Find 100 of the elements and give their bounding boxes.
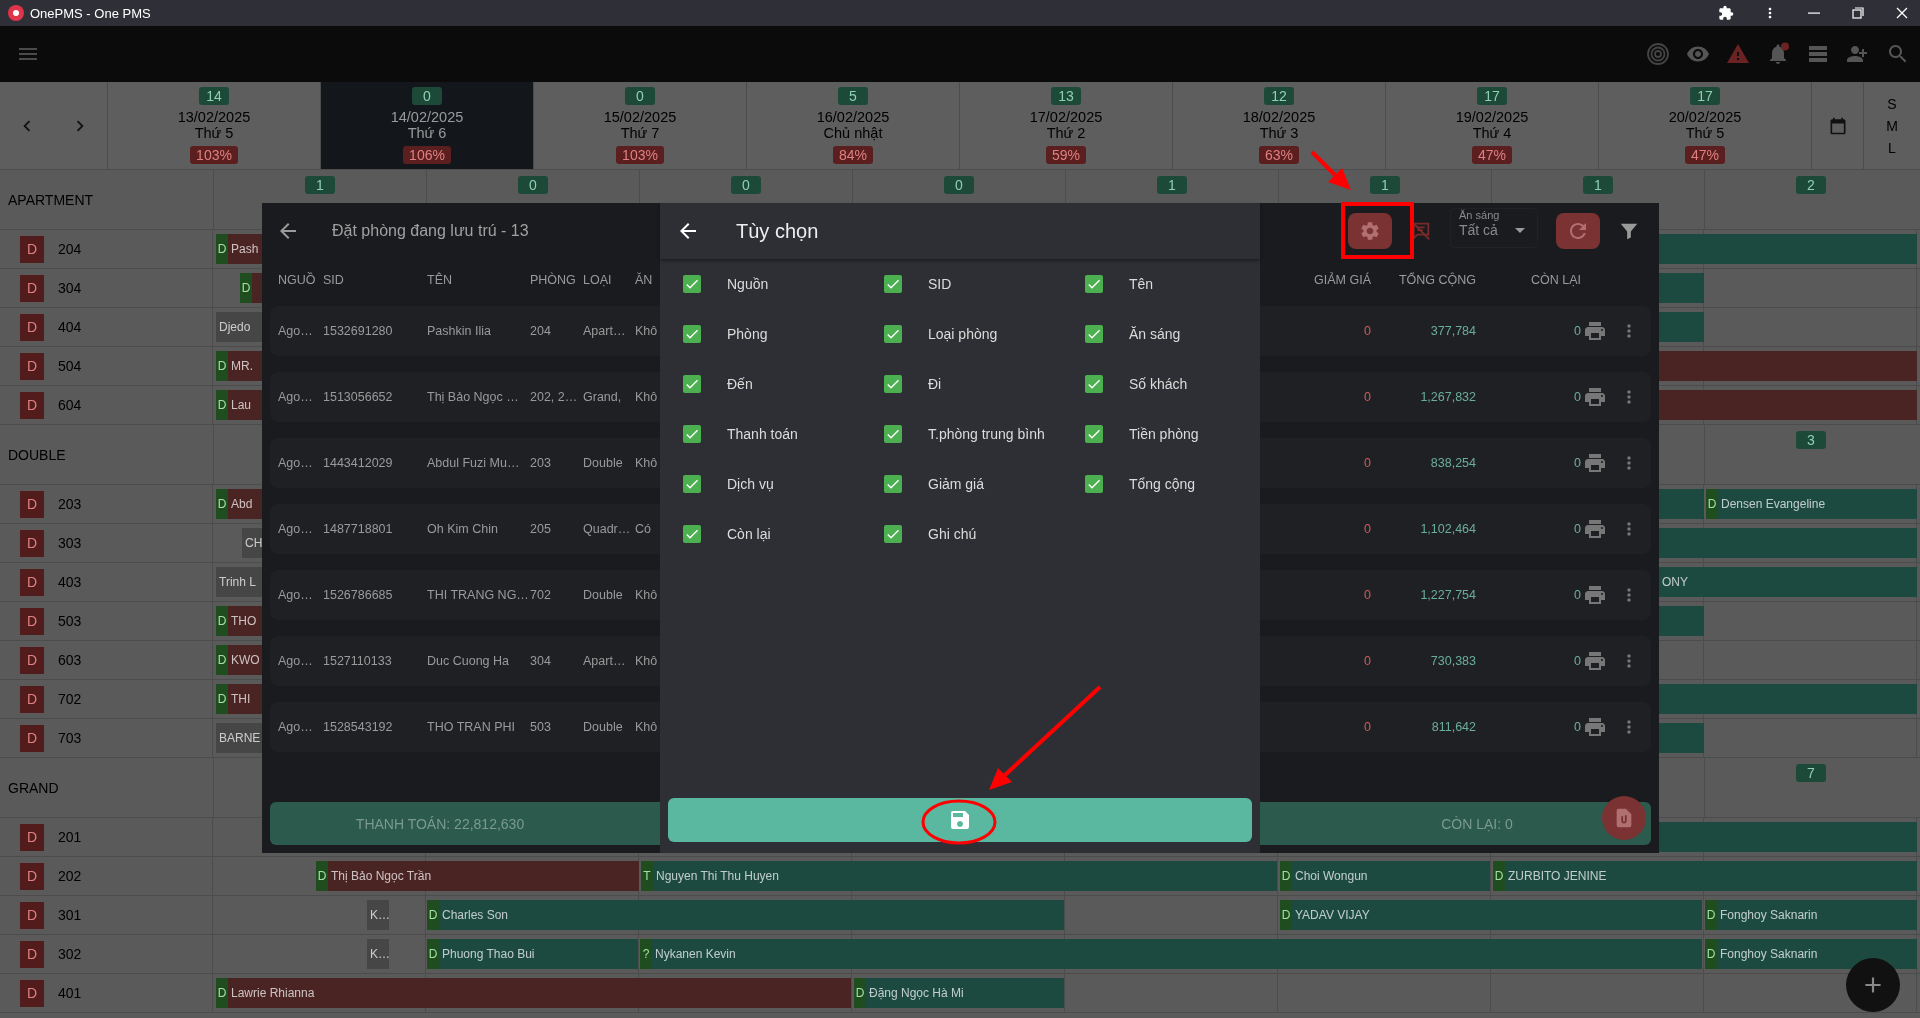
guest-name: Phuong Thao Bui <box>441 947 535 961</box>
room-number: 703 <box>58 730 82 746</box>
table-cell-text: 0 <box>1573 456 1581 470</box>
payment-total: THANH TOÁN: 22,812,630 <box>354 815 526 832</box>
option-label: Tổng cộng <box>1129 476 1196 492</box>
table-cell-text: 1443412029 <box>323 456 394 470</box>
guest-name: CH <box>244 536 262 550</box>
booking-flag: D <box>1705 939 1717 969</box>
room-number: 204 <box>58 241 82 257</box>
count-badge: 2 <box>1796 176 1826 194</box>
count-badge: 1 <box>305 176 335 194</box>
booking-flag: D <box>427 900 439 930</box>
count-badge: 3 <box>1796 431 1826 449</box>
occupancy-badge: 63% <box>1259 146 1299 164</box>
count-badge: 0 <box>625 87 655 105</box>
room-status-badge: D <box>20 235 44 263</box>
column-header: NGUỒ <box>278 272 317 287</box>
date-label: 19/02/2025 <box>1455 109 1529 125</box>
column-header: PHÒNG <box>530 272 577 287</box>
table-cell-text: Double <box>583 588 624 602</box>
guest-name: Đặng Ngọc Hà Mi <box>868 986 964 1000</box>
count-badge: 17 <box>1690 87 1720 105</box>
room-status-badge: D <box>20 391 44 419</box>
room-status-badge: D <box>20 607 44 635</box>
table-cell-text: 702 <box>530 588 552 602</box>
table-cell-text: 0 <box>1573 720 1581 734</box>
room-type-label: APARTMENT <box>8 191 94 208</box>
room-status-badge: D <box>20 862 44 890</box>
room-number: 303 <box>58 535 82 551</box>
table-cell-text: 811,642 <box>1430 720 1476 734</box>
booking-flag: T <box>641 861 653 891</box>
table-cell-text: 0 <box>1573 588 1581 602</box>
room-number: 203 <box>58 496 82 512</box>
option-label: Đi <box>928 376 942 392</box>
table-cell-text: Double <box>583 456 624 470</box>
table-cell-text: 1526786685 <box>323 588 394 602</box>
guest-name: Thị Bảo Ngọc Trần <box>330 869 432 883</box>
table-cell-text: Apart… <box>583 324 627 338</box>
table-cell-text: 0 <box>1363 522 1371 536</box>
table-cell-text: Pashkin Ilia <box>427 324 492 338</box>
room-status-badge: D <box>20 685 44 713</box>
panel-title: Đặt phòng đang lưu trú - 13 <box>332 222 529 240</box>
guest-name: THI <box>230 692 251 706</box>
date-label: 13/02/2025 <box>177 109 251 125</box>
room-number: 404 <box>58 319 82 335</box>
guest-name: ZURBITO JENINE <box>1507 869 1607 883</box>
room-number: 504 <box>58 358 82 374</box>
guest-name: THO <box>230 614 257 628</box>
booking-flag: D <box>240 273 252 303</box>
booking-flag: D <box>854 978 866 1008</box>
column-header: GIẢM GIÁ <box>1313 272 1371 287</box>
table-cell-text: 377,784 <box>1429 324 1476 338</box>
select-value: Tất cả <box>1459 222 1498 238</box>
count-badge: 0 <box>518 176 548 194</box>
dialog-title: Tùy chọn <box>736 219 819 243</box>
booking-flag: D <box>427 939 439 969</box>
room-number: 603 <box>58 652 82 668</box>
occupancy-badge: 84% <box>833 146 873 164</box>
window-title: OnePMS - One PMS <box>30 5 151 21</box>
room-status-badge: D <box>20 823 44 851</box>
table-cell-text: 0 <box>1573 324 1581 338</box>
option-label: Thanh toán <box>727 426 798 442</box>
table-cell-text: Khô <box>635 720 659 734</box>
table-cell-text: Apart… <box>583 654 627 668</box>
room-type-label: DOUBLE <box>8 446 66 463</box>
option-label: Tiền phòng <box>1129 426 1199 442</box>
room-number: 201 <box>58 829 82 845</box>
table-cell-text: 1528543192 <box>323 720 394 734</box>
occupancy-badge: 103% <box>190 146 238 164</box>
weekday-label: Thứ 7 <box>620 125 660 141</box>
room-status-badge: D <box>20 352 44 380</box>
table-cell-text: 730,383 <box>1429 654 1476 668</box>
table-cell-text: Ago… <box>278 654 314 668</box>
weekday-label: Thứ 2 <box>1046 125 1086 141</box>
weekday-label: Thứ 5 <box>1685 125 1725 141</box>
guest-name: Lau <box>230 398 252 412</box>
table-cell-text: 0 <box>1363 390 1371 404</box>
count-badge: 17 <box>1477 87 1507 105</box>
option-label: Ăn sáng <box>1129 326 1181 342</box>
count-badge: 7 <box>1796 764 1826 782</box>
booking-flag: D <box>1705 900 1717 930</box>
column-header: SID <box>323 272 345 287</box>
option-label: T.phòng trung bình <box>928 426 1045 442</box>
booking-flag: D <box>216 606 228 636</box>
guest-name: Densen Evangeline <box>1720 497 1826 511</box>
booking-flag: D <box>216 645 228 675</box>
table-cell-text: Có <box>635 522 652 536</box>
guest-name: Charles Son <box>441 908 509 922</box>
guest-name: KWO <box>230 653 260 667</box>
table-cell-text: 204 <box>530 324 552 338</box>
remaining-total: CÒN LẠI: 0 <box>1440 815 1514 832</box>
table-cell: THI TRANG NG… <box>427 588 530 602</box>
room-number: 304 <box>58 280 82 296</box>
table-cell-text: Oh Kim Chin <box>427 522 499 536</box>
guest-name: Djedo <box>218 320 251 334</box>
table-cell-text: 0 <box>1573 654 1581 668</box>
count-badge: 0 <box>731 176 761 194</box>
option-label: Tên <box>1129 276 1154 292</box>
booking-flag: ? <box>640 939 652 969</box>
room-number: 302 <box>58 946 82 962</box>
